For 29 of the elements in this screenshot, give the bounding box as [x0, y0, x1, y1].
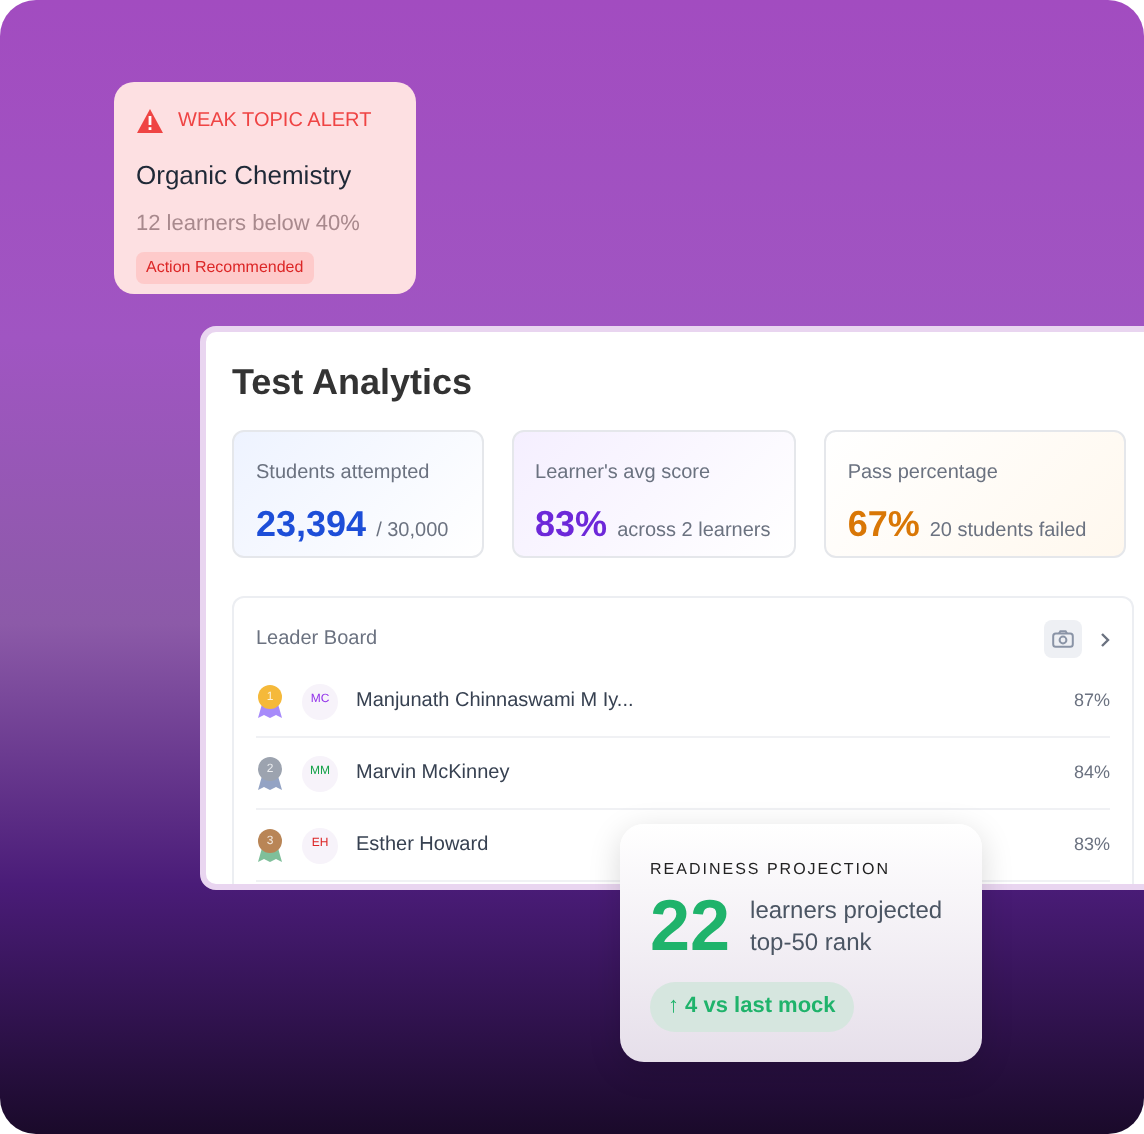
chevron-right-icon[interactable]	[1100, 631, 1110, 647]
readiness-value: 22	[650, 890, 731, 962]
stat-label: Students attempted	[256, 460, 432, 488]
readiness-label: READINESS PROJECTION	[650, 858, 893, 882]
panel-title: Test Analytics	[232, 360, 475, 406]
learner-name: Esther Howard	[356, 832, 491, 860]
learner-score: 84%	[1073, 759, 1110, 786]
trend-badge: ↑ 4 vs last mock	[650, 982, 854, 1031]
stat-note: across 2 learners	[617, 518, 771, 546]
camera-icon	[1052, 630, 1074, 648]
learner-name: Marvin McKinney	[356, 760, 512, 788]
readiness-caption: learners projected top-50 rank	[750, 894, 945, 958]
learner-score: 83%	[1073, 831, 1110, 858]
leaderboard-title: Leader Board	[256, 626, 380, 654]
stat-note: / 30,000	[376, 518, 449, 546]
warning-icon	[136, 108, 164, 134]
stat-note: 20 students failed	[929, 518, 1087, 546]
stat-label: Learner's avg score	[535, 460, 713, 488]
stat-label: Pass percentage	[847, 460, 1000, 488]
action-tag: Action Recommended	[136, 252, 314, 284]
learner-name: Manjunath Chinnaswami M Iy...	[356, 688, 636, 716]
learner-score: 87%	[1073, 687, 1110, 714]
camera-button[interactable]	[1044, 620, 1082, 658]
topic-title: Organic Chemistry	[136, 158, 354, 194]
alert-label: WEAK TOPIC ALERT	[178, 108, 372, 136]
alert-detail: 12 learners below 40%	[136, 209, 362, 239]
stat-value: 23,394	[256, 502, 367, 548]
stat-value: 67%	[847, 502, 920, 548]
stat-value: 83%	[535, 502, 608, 548]
